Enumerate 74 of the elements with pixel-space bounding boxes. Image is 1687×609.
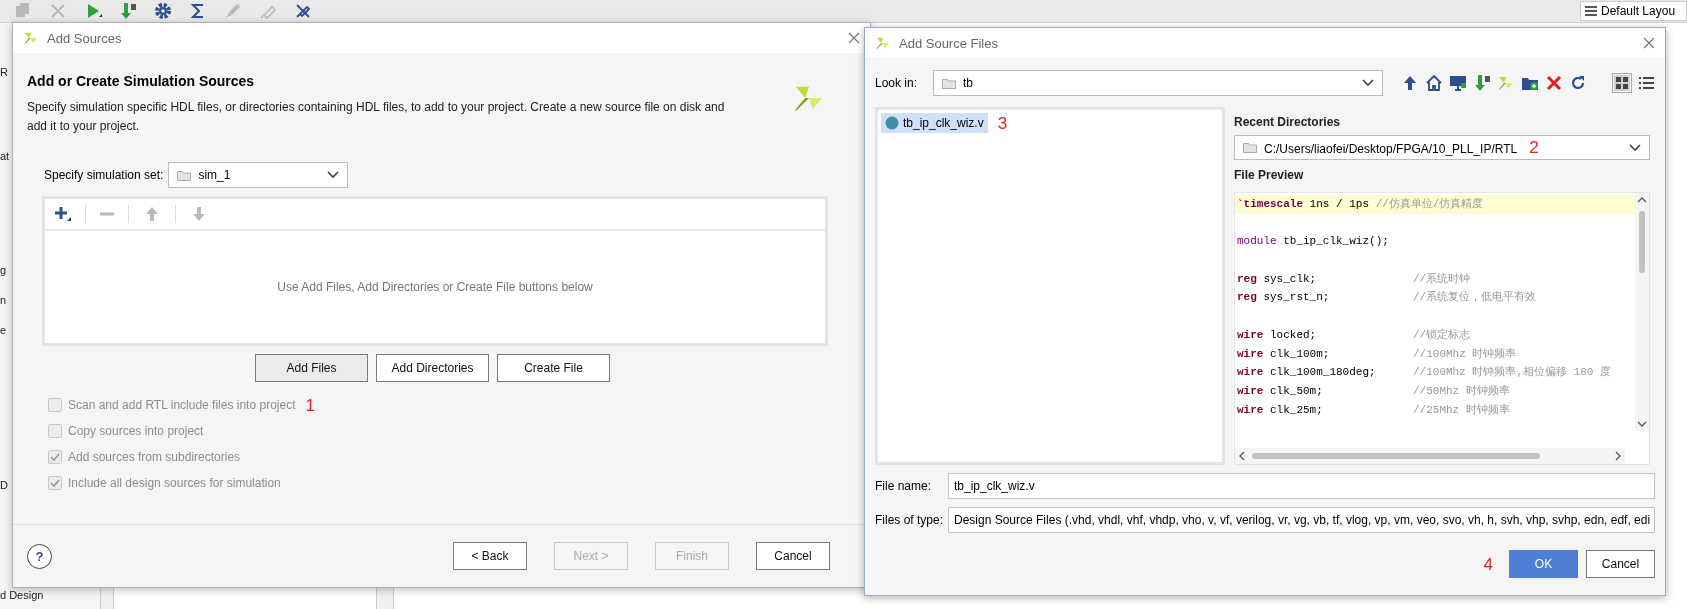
close-icon[interactable] <box>848 32 860 44</box>
logo-icon <box>23 30 39 46</box>
code-line: wire clk_50m; //50Mhz 时钟频率 <box>1236 383 1511 399</box>
horizontal-scrollbar[interactable] <box>1235 448 1625 464</box>
dialog-button[interactable]: < Back <box>453 542 527 570</box>
file-name-field[interactable]: tb_ip_clk_wiz.v <box>948 473 1655 499</box>
section-label: Recent Directories <box>1234 115 1342 129</box>
look-in-dropdown[interactable]: tb <box>933 70 1383 96</box>
action-button[interactable]: Add Directories <box>376 354 489 382</box>
sidebar-item[interactable]: R <box>0 65 8 79</box>
layout-dropdown[interactable]: Default Layou <box>1580 1 1687 21</box>
file-icon <box>885 116 899 130</box>
code-line: reg sys_rst_n; //系统复位，低电平有效 <box>1236 290 1538 306</box>
folder-icon <box>1243 142 1257 153</box>
logo-icon <box>875 35 891 51</box>
refresh-icon[interactable] <box>1569 74 1587 92</box>
checkbox-label: Include all design sources for simulation <box>68 476 281 490</box>
field-label: Look in: <box>875 76 918 90</box>
dialog-heading: Add or Create Simulation Sources <box>27 73 256 89</box>
code-line: wire clk_100m_180deg; //100Mhz 时钟频率,相位偏移 180 度 <box>1236 365 1613 381</box>
dialog-button[interactable]: OK <box>1509 550 1578 578</box>
delete-icon[interactable] <box>1545 74 1563 92</box>
list-view-icon[interactable] <box>1637 74 1655 92</box>
action-button[interactable]: Add Files <box>255 354 368 382</box>
vertical-scrollbar[interactable] <box>1635 193 1649 431</box>
recent-directories-dropdown[interactable]: C:/Users/liaofei/Desktop/FPGA/10_PLL_IP/RTL 2 <box>1234 135 1650 160</box>
annotation-number: 2 <box>1529 138 1539 157</box>
sidebar-item[interactable]: g <box>0 263 7 277</box>
checkbox-label: Scan and add RTL include files into project <box>68 398 296 412</box>
annotation-number: 4 <box>1483 555 1493 573</box>
desktop-icon[interactable] <box>1449 74 1467 92</box>
dialog-title: Add Source Files <box>899 35 999 51</box>
code-line: wire locked; //锁定标志 <box>1236 327 1472 343</box>
file-type-field[interactable]: Design Source Files (.vhd, vhdl, vhf, vhdp, vho, v, vf, verilog, vr, vg, vb, tf, vlog, vp, vm, veo, svo, vh, h, svh, vhp, svhp, edn, edf, edi <box>948 507 1655 533</box>
dialog-description: Specify simulation specific HDL files, or directories containing HDL files, to add to your project. Create a new source file on disk and add it to your project. <box>27 99 726 135</box>
dialog-button: Next > <box>554 542 628 570</box>
annotation-number: 3 <box>997 114 1008 132</box>
code-line: wire clk_100m; //100Mhz 时钟频率 <box>1236 346 1518 362</box>
code-line: reg sys_clk; //系统时钟 <box>1236 271 1472 287</box>
checkbox-label: Add sources from subdirectories <box>68 450 241 464</box>
dialog-button[interactable]: Cancel <box>1586 550 1655 578</box>
checkbox-label: Copy sources into project <box>68 424 204 438</box>
layout-icon <box>1585 6 1597 16</box>
download-icon[interactable] <box>1473 74 1491 92</box>
help-button[interactable]: ? <box>27 543 52 569</box>
crossed-probe-icon[interactable] <box>294 2 312 20</box>
download-icon[interactable] <box>119 2 137 20</box>
dialog-button[interactable]: Cancel <box>756 542 830 570</box>
close-icon[interactable] <box>1643 37 1655 49</box>
sidebar-item[interactable]: e <box>0 323 7 337</box>
home-icon[interactable] <box>1425 74 1443 92</box>
annotation-number: 1 <box>305 396 315 414</box>
section-label: File Preview <box>1234 168 1305 182</box>
dialog-title: Add Sources <box>47 30 123 46</box>
empty-message: Use Add Files, Add Directories or Create File buttons below <box>277 280 593 294</box>
dialog-button: Finish <box>655 542 729 570</box>
code-line: module tb_ip_clk_wiz(); <box>1236 234 1390 250</box>
sidebar-item[interactable]: d Design <box>0 588 44 602</box>
file-item[interactable]: tb_ip_clk_wiz.v <box>881 113 988 133</box>
code-line: wire clk_25m; //25Mhz 时钟频率 <box>1236 402 1511 418</box>
settings-icon[interactable] <box>154 2 172 20</box>
add-icon[interactable] <box>53 205 71 223</box>
sidebar-item[interactable]: n <box>0 293 7 307</box>
sidebar-item[interactable]: at <box>0 149 10 163</box>
simulation-set-dropdown[interactable]: sim_1 <box>168 162 349 188</box>
field-label: Specify simulation set: <box>44 168 164 182</box>
action-button[interactable]: Create File <box>497 354 610 382</box>
sidebar-item[interactable]: D <box>0 478 8 492</box>
folder-icon <box>177 169 192 181</box>
field-label: Files of type: <box>875 513 945 527</box>
grid-view-icon[interactable] <box>1613 74 1631 92</box>
folder-icon <box>942 77 957 89</box>
field-label: File name: <box>875 479 933 493</box>
up-arrow-icon[interactable] <box>1401 74 1419 92</box>
